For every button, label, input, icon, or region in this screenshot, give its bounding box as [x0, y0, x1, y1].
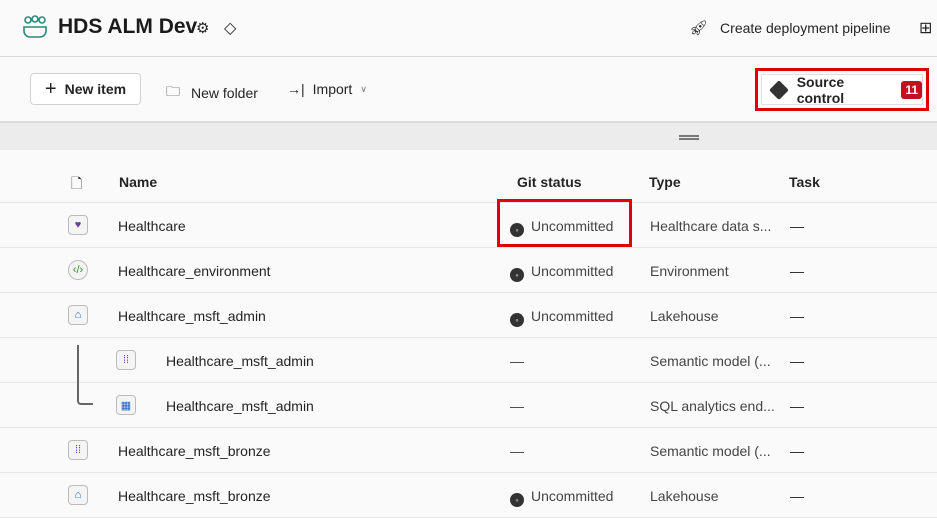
folder-add-icon: 🗀 [166, 83, 180, 99]
pane-splitter[interactable] [0, 121, 937, 150]
table-row[interactable]: ⁞⁞ Healthcare_msft_admin — Semantic mode… [0, 338, 937, 383]
item-name[interactable]: Healthcare_msft_admin [166, 398, 314, 414]
workspace-settings-icon[interactable]: ⚙ [196, 19, 209, 37]
semantic-model-icon: ⁞⁞ [68, 440, 88, 460]
create-deployment-pipeline-button[interactable]: 🚀︎ Create deployment pipeline [689, 19, 891, 37]
item-name[interactable]: Healthcare_msft_admin [118, 308, 266, 324]
lakehouse-icon: ⌂ [68, 305, 88, 325]
tree-connector [77, 345, 93, 405]
table-row[interactable]: ♥ Healthcare ◦ Uncommitted Healthcare dat… [0, 203, 937, 248]
workspace-icon [23, 15, 47, 38]
git-status: — [510, 398, 524, 414]
git-status-highlight [497, 199, 632, 247]
table-header: 🗋 Name Git status Type Task [0, 150, 937, 203]
healthcare-data-solution-icon: ♥ [68, 215, 88, 235]
git-icon [769, 79, 789, 100]
table-row[interactable]: ▦ Healthcare_msft_admin — SQL analytics … [0, 383, 937, 428]
apps-icon[interactable]: ⊞ [919, 18, 932, 38]
source-control-count-badge: 11 [901, 80, 922, 99]
source-control-button[interactable]: Source control 11 [761, 74, 923, 106]
table-row[interactable]: ⁞⁞ Healthcare_msft_bronze — Semantic mod… [0, 428, 937, 473]
item-type: Healthcare data s... [650, 218, 772, 234]
git-status: — [510, 353, 524, 369]
uncommitted-icon: ◦ [510, 313, 524, 327]
item-name[interactable]: Healthcare_msft_bronze [118, 488, 271, 504]
semantic-model-icon: ⁞⁞ [116, 350, 136, 370]
item-type: Environment [650, 263, 729, 279]
table-row[interactable]: ⌂ Healthcare_msft_bronze ◦ Uncommitted La… [0, 473, 937, 518]
git-status: — [510, 443, 524, 459]
git-status: ◦ Uncommitted [510, 308, 613, 327]
item-name[interactable]: Healthcare_msft_bronze [118, 443, 271, 459]
git-status: ◦ Uncommitted [510, 488, 613, 507]
item-task: — [790, 263, 804, 279]
item-task: — [790, 488, 804, 504]
table-row[interactable]: ⌂ Healthcare_msft_admin ◦ Uncommitted Lak… [0, 293, 937, 338]
item-type: Semantic model (... [650, 443, 771, 459]
drag-handle-icon[interactable] [679, 135, 699, 140]
new-folder-button[interactable]: 🗀 New folder [166, 81, 258, 105]
chevron-down-icon: ∨ [360, 83, 367, 94]
column-task[interactable]: Task [789, 174, 820, 190]
item-type: Lakehouse [650, 308, 719, 324]
item-type: SQL analytics end... [650, 398, 775, 414]
import-button[interactable]: →| Import ∨ [287, 81, 367, 97]
item-task: — [790, 398, 804, 414]
item-task: — [790, 353, 804, 369]
item-name[interactable]: Healthcare_msft_admin [166, 353, 314, 369]
column-git-status[interactable]: Git status [517, 174, 582, 190]
item-type: Semantic model (... [650, 353, 771, 369]
item-task: — [790, 218, 804, 234]
file-type-icon: 🗋 [71, 175, 83, 191]
rocket-icon: 🚀︎ [689, 20, 709, 37]
item-task: — [790, 443, 804, 459]
column-type[interactable]: Type [649, 174, 681, 190]
premium-diamond-icon[interactable]: ◇ [224, 18, 236, 38]
workspace-title: HDS ALM Dev [58, 15, 198, 38]
table-row[interactable]: ‹/› Healthcare_environment ◦ Uncommitted … [0, 248, 937, 293]
uncommitted-icon: ◦ [510, 268, 524, 282]
plus-icon: + [44, 77, 57, 100]
column-name[interactable]: Name [119, 174, 157, 190]
top-bar: HDS ALM Dev ⚙ ◇ 🚀︎ Create deployment pip… [0, 0, 937, 57]
new-item-button[interactable]: + New item [30, 73, 141, 105]
sql-endpoint-icon: ▦ [116, 395, 136, 415]
toolbar: + New item 🗀 New folder →| Import ∨ Sour… [0, 57, 937, 121]
import-arrow-icon: →| [287, 81, 305, 97]
items-table: 🗋 Name Git status Type Task ♥ Healthcare… [0, 150, 937, 518]
lakehouse-icon: ⌂ [68, 485, 88, 505]
item-type: Lakehouse [650, 488, 719, 504]
item-name[interactable]: Healthcare_environment [118, 263, 271, 279]
uncommitted-icon: ◦ [510, 493, 524, 507]
environment-icon: ‹/› [68, 260, 88, 280]
git-status: ◦ Uncommitted [510, 263, 613, 282]
item-name[interactable]: Healthcare [118, 218, 186, 234]
item-task: — [790, 308, 804, 324]
source-control-highlight: Source control 11 [755, 68, 929, 111]
